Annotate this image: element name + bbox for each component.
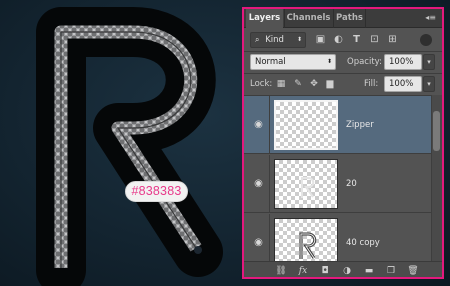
panel-tab-bar: Layers Channels Paths ◂≡ xyxy=(244,9,442,29)
filter-kind-label: Kind xyxy=(265,35,284,45)
tab-layers[interactable]: Layers xyxy=(246,9,283,29)
panel-menu-icon[interactable]: ◂≡ xyxy=(424,13,436,23)
layer-name[interactable]: 20 xyxy=(346,155,357,213)
separator xyxy=(244,51,442,52)
opacity-dropdown-arrow[interactable]: ▾ xyxy=(423,54,435,70)
tab-paths[interactable]: Paths xyxy=(333,9,366,28)
blend-row: Normal ⬍ Opacity: 100% ▾ xyxy=(244,53,442,71)
blend-mode-dropdown[interactable]: Normal ⬍ xyxy=(250,54,336,70)
adjustment-layer-icon[interactable]: ◑ xyxy=(340,264,354,277)
layers-panel: Layers Channels Paths ◂≡ ⌕ Kind ⬍ ▣ ◐ T … xyxy=(242,7,444,279)
search-icon: ⌕ xyxy=(255,35,260,44)
type-filter-icon[interactable]: T xyxy=(350,33,363,47)
shape-filter-icon[interactable]: ⊡ xyxy=(368,33,381,47)
color-code-tag: #838383 xyxy=(125,181,188,202)
chevron-updown-icon: ⬍ xyxy=(326,58,332,65)
delete-layer-icon[interactable]: 🗑 xyxy=(406,264,420,277)
blend-mode-label: Normal xyxy=(255,57,286,67)
lock-transparent-icon[interactable]: ▦ xyxy=(275,77,287,91)
layers-scrollbar[interactable] xyxy=(431,95,442,263)
lock-image-icon[interactable]: ✎ xyxy=(292,77,304,91)
opacity-label: Opacity: xyxy=(347,57,382,67)
layer-thumbnail xyxy=(274,159,338,209)
chevron-updown-icon: ⬍ xyxy=(296,36,302,43)
layer-row-20[interactable]: ◉ 20 xyxy=(244,155,431,213)
tab-channels[interactable]: Channels xyxy=(284,9,332,28)
image-filter-icon[interactable]: ▣ xyxy=(314,33,327,47)
thumbnail-r-faint xyxy=(301,177,315,198)
adjustment-filter-icon[interactable]: ◐ xyxy=(332,33,345,47)
lock-label: Lock: xyxy=(250,79,273,89)
new-layer-icon[interactable]: ❐ xyxy=(384,264,398,277)
layer-row-zipper[interactable]: ◉ Zipper xyxy=(244,96,431,154)
lock-all-icon[interactable]: ▆ xyxy=(324,77,336,91)
visibility-eye-icon[interactable]: ◉ xyxy=(248,155,270,213)
visibility-eye-icon[interactable]: ◉ xyxy=(248,96,270,154)
scrollbar-thumb[interactable] xyxy=(433,111,440,151)
fill-label: Fill: xyxy=(364,79,379,89)
panel-footer: ⛓ fx ◘ ◑ ▬ ❐ 🗑 xyxy=(244,261,442,277)
smart-object-filter-icon[interactable]: ⊞ xyxy=(386,33,399,47)
lock-position-icon[interactable]: ✥ xyxy=(308,77,320,91)
fill-input[interactable]: 100% xyxy=(384,76,422,92)
filter-kind-dropdown[interactable]: ⌕ Kind ⬍ xyxy=(250,32,306,48)
opacity-input[interactable]: 100% xyxy=(384,54,422,70)
separator xyxy=(244,73,442,74)
link-layers-icon[interactable]: ⛓ xyxy=(274,264,288,277)
layer-thumbnail xyxy=(274,100,338,150)
lock-row: Lock: ▦ ✎ ✥ ▆ Fill: 100% ▾ xyxy=(244,75,442,93)
new-group-icon[interactable]: ▬ xyxy=(362,264,376,277)
fx-icon[interactable]: fx xyxy=(296,264,310,277)
fill-dropdown-arrow[interactable]: ▾ xyxy=(423,76,435,92)
filter-row: ⌕ Kind ⬍ ▣ ◐ T ⊡ ⊞ xyxy=(244,31,442,49)
filter-toggle-icon[interactable] xyxy=(420,34,432,46)
add-mask-icon[interactable]: ◘ xyxy=(318,264,332,277)
layer-name[interactable]: Zipper xyxy=(346,96,374,154)
